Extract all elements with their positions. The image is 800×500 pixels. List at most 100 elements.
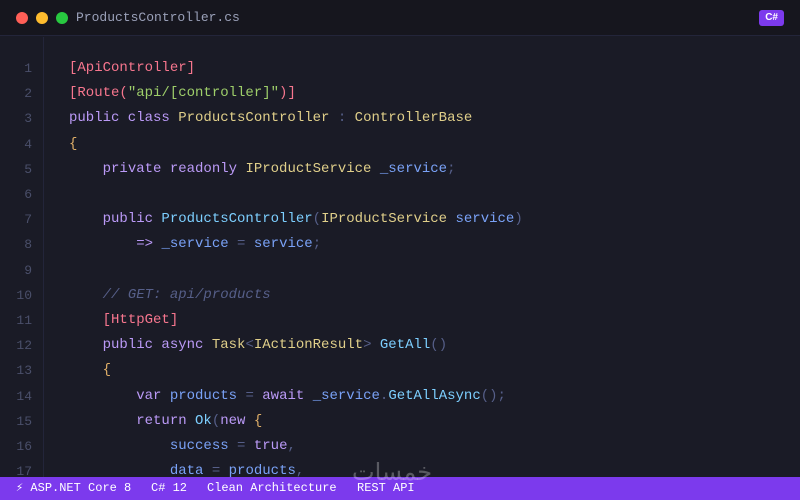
code-token: return — [136, 412, 196, 429]
line-number: 10 — [16, 287, 32, 303]
code-line[interactable]: 14 var products = await _service.GetAllA… — [0, 384, 800, 409]
code-token: // GET: api/products — [102, 286, 271, 303]
code-token: GetAll — [379, 337, 431, 354]
code-token: { — [102, 362, 112, 379]
line-number: 13 — [16, 363, 32, 379]
line-number: 11 — [16, 313, 32, 328]
code-text: // GET: api/products — [69, 283, 271, 308]
code-line[interactable]: 4{ — [0, 132, 800, 157]
code-token: _service — [312, 387, 380, 404]
code-text: public ProductsController(IProductServic… — [69, 207, 523, 232]
code-line[interactable]: 8 => _service = service; — [0, 232, 800, 257]
code-line[interactable]: 5 private readonly IProductService _serv… — [0, 157, 800, 182]
code-line[interactable]: 16 success = true, — [0, 434, 800, 459]
code-text: [Route("api/[controller]")] — [69, 81, 296, 106]
code-token: "api/[controller]" — [127, 85, 280, 102]
status-architecture: Clean Architecture — [207, 481, 337, 495]
code-token: new — [220, 412, 254, 429]
code-token: = — [203, 463, 229, 477]
minimize-window-button[interactable] — [36, 12, 48, 24]
code-token: ProductsController — [161, 211, 313, 228]
code-token: products — [169, 387, 238, 404]
code-line[interactable]: 10 // GET: api/products — [0, 283, 800, 308]
code-token: ( — [211, 412, 221, 429]
line-number: 16 — [16, 439, 32, 454]
code-line[interactable]: 11 [HttpGet] — [0, 308, 800, 333]
line-number: 2 — [24, 86, 32, 102]
code-token: (); — [480, 387, 506, 404]
code-token: ControllerBase — [354, 110, 473, 127]
line-number: 1 — [24, 61, 32, 76]
code-token: [HttpGet] — [102, 312, 179, 328]
code-token: service — [253, 236, 313, 253]
code-editor[interactable]: 1 [ApiController] 2 [Route("api/[controller… — [0, 37, 800, 477]
close-window-button[interactable] — [16, 12, 28, 24]
code-token: [ApiController] — [69, 60, 196, 76]
code-token: true — [253, 438, 288, 454]
code-text: [ApiController] — [69, 56, 195, 81]
code-line[interactable]: 2 [Route("api/[controller]")] — [0, 81, 800, 106]
code-line[interactable]: 6 — [0, 182, 800, 207]
code-token: )] — [279, 85, 296, 102]
line-number: 5 — [24, 161, 32, 177]
code-token: ; — [447, 160, 456, 177]
code-token: () — [430, 337, 448, 354]
code-token: < — [245, 337, 254, 354]
title-bar: ProductsController.cs C# — [0, 0, 800, 36]
code-text: { — [69, 132, 77, 157]
code-token: [Route( — [69, 85, 128, 102]
code-line[interactable]: 13 { — [0, 358, 800, 383]
code-line[interactable]: 9 — [0, 258, 800, 283]
line-number: 3 — [24, 111, 32, 127]
code-line[interactable]: 1 [ApiController] — [0, 56, 800, 81]
code-line[interactable]: 15 return Ok(new { — [0, 409, 800, 434]
code-token: await — [262, 387, 313, 404]
status-framework: ⚡ ASP.NET Core 8 — [16, 481, 132, 495]
file-name-tab[interactable]: ProductsController.cs — [76, 10, 240, 26]
code-token: success — [169, 438, 229, 454]
code-token: public async — [102, 337, 212, 354]
line-number: 9 — [24, 262, 32, 278]
code-line[interactable]: 12 public async Task<IActionResult> GetA… — [0, 333, 800, 358]
maximize-window-button[interactable] — [56, 12, 68, 24]
code-token: _service — [161, 236, 229, 253]
language-badge: C# — [759, 10, 784, 26]
code-token: => — [136, 236, 162, 253]
code-token: = — [237, 387, 263, 404]
code-text: [HttpGet] — [69, 308, 179, 333]
code-token: IProductService — [245, 160, 372, 177]
code-token: Ok — [195, 412, 212, 429]
code-token: , — [287, 438, 296, 454]
code-text: public class ProductsController : Contro… — [69, 106, 472, 131]
code-line[interactable]: 7 public ProductsController(IProductServ… — [0, 207, 800, 232]
code-token: , — [295, 463, 305, 477]
code-token: ; — [312, 236, 322, 253]
line-number: 12 — [16, 338, 32, 354]
code-token: IActionResult — [253, 337, 364, 354]
code-text: public async Task<IActionResult> GetAll(… — [69, 333, 448, 358]
code-token: var — [136, 387, 170, 404]
line-number: 6 — [24, 187, 32, 202]
code-token: private readonly — [102, 160, 246, 177]
code-text: private readonly IProductService _servic… — [69, 157, 456, 182]
code-token: service — [455, 211, 515, 228]
code-token: data — [169, 463, 204, 477]
code-line[interactable]: 3 public class ProductsController : Contr… — [0, 106, 800, 131]
code-text: success = true, — [69, 434, 296, 459]
line-number: 15 — [16, 413, 32, 429]
code-token: _service — [379, 160, 448, 177]
code-token: ProductsController — [178, 110, 330, 127]
code-token: IProductService — [321, 211, 448, 228]
code-token: ) — [514, 211, 523, 228]
code-token: products — [228, 463, 296, 477]
